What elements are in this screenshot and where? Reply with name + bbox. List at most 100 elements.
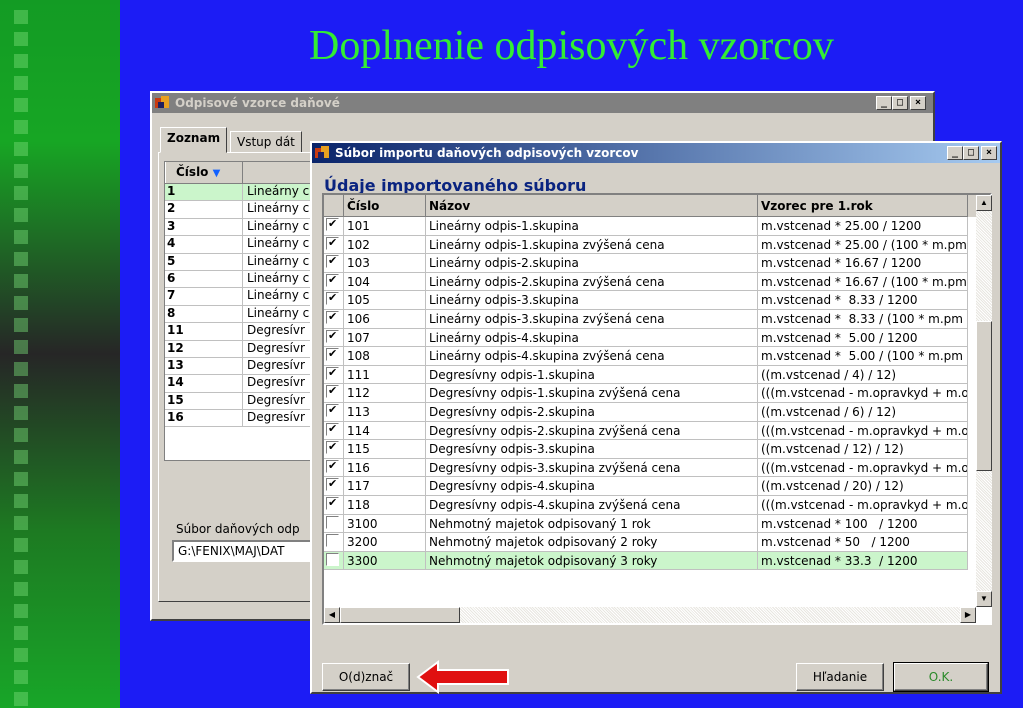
row-checkbox[interactable] <box>326 440 339 455</box>
row-check-cell <box>324 421 344 441</box>
table-row[interactable]: 103Lineárny odpis-2.skupinam.vstcenad * … <box>324 254 990 273</box>
minimize-button[interactable]: _ <box>947 146 963 160</box>
row-checkbox[interactable] <box>326 534 339 548</box>
row-name: Degresívny odpis-3.skupina <box>426 440 758 459</box>
row-name: Nehmotný majetok odpisovaný 1 rok <box>426 514 758 534</box>
row-name: Degresívr <box>247 340 305 355</box>
scroll-thumb[interactable] <box>976 321 992 471</box>
close-button[interactable]: × <box>910 96 926 110</box>
back-window-titlebar[interactable]: Odpisové vzorce daňové _ □ × <box>152 93 933 113</box>
import-grid: Číslo Názov Vzorec pre 1.rok 101Lineárny… <box>322 193 992 625</box>
horizontal-scrollbar[interactable]: ◀ ▶ <box>324 607 976 623</box>
back-window-title: Odpisové vzorce daňové <box>175 96 340 110</box>
scroll-up-button[interactable]: ▲ <box>976 195 992 211</box>
vertical-scrollbar[interactable]: ▲ ▼ <box>976 195 992 607</box>
row-formula: m.vstcenad * 33.3 / 1200 <box>758 551 968 571</box>
row-checkbox[interactable] <box>326 217 339 231</box>
decorative-square <box>14 538 28 552</box>
table-row[interactable]: 3200 Nehmotný majetok odpisovaný 2 roky m.… <box>324 533 990 552</box>
row-checkbox[interactable] <box>326 273 339 287</box>
row-formula: m.vstcenad * 25.00 / 1200 <box>758 217 968 236</box>
decorative-square <box>14 274 28 288</box>
table-row[interactable]: 3300 Nehmotný majetok odpisovaný 3 roky m.… <box>324 551 990 571</box>
decorative-square <box>14 472 28 486</box>
search-button[interactable]: Hľadanie <box>796 663 884 691</box>
column-header-cislo[interactable]: Číslo ▼ <box>165 162 243 183</box>
row-number: 5 <box>165 253 243 270</box>
column-header-nazov[interactable]: Názov <box>426 195 758 217</box>
row-checkbox[interactable] <box>326 496 339 510</box>
row-checkbox[interactable] <box>326 422 339 436</box>
tab-zoznam[interactable]: Zoznam <box>160 127 228 153</box>
table-row[interactable]: 117Degresívny odpis-4.skupina((m.vstcena… <box>324 477 990 496</box>
row-number: 3100 <box>344 514 426 534</box>
hscroll-thumb[interactable] <box>340 607 460 623</box>
column-header-vzorec[interactable]: Vzorec pre 1.rok <box>758 195 968 217</box>
maximize-button[interactable]: □ <box>892 96 908 110</box>
row-name: Nehmotný majetok odpisovaný 3 roky <box>426 551 758 571</box>
table-row[interactable]: 105Lineárny odpis-3.skupinam.vstcenad * … <box>324 291 990 310</box>
decorative-square <box>14 516 28 530</box>
decorative-square <box>14 692 28 706</box>
table-row[interactable]: 116Degresívny odpis-3.skupina zvýšená ce… <box>324 458 990 478</box>
scroll-down-button[interactable]: ▼ <box>976 591 992 607</box>
row-checkbox[interactable] <box>326 310 339 324</box>
mark-button[interactable]: O(d)znač <box>322 663 410 691</box>
table-row[interactable]: 104Lineárny odpis-2.skupina zvýšená cena… <box>324 272 990 292</box>
row-checkbox[interactable] <box>326 291 339 306</box>
table-row[interactable]: 111Degresívny odpis-1.skupina((m.vstcena… <box>324 365 990 385</box>
maximize-button[interactable]: □ <box>963 146 979 160</box>
row-checkbox[interactable] <box>326 384 339 399</box>
row-checkbox[interactable] <box>326 254 339 269</box>
import-dialog-titlebar[interactable]: Súbor importu daňových odpisových vzorco… <box>312 143 1000 163</box>
table-row[interactable]: 118Degresívny odpis-4.skupina zvýšená ce… <box>324 495 990 515</box>
table-row[interactable]: 3100 Nehmotný majetok odpisovaný 1 rok m.v… <box>324 514 990 534</box>
row-checkbox[interactable] <box>326 403 339 417</box>
table-row[interactable]: 115Degresívny odpis-3.skupina((m.vstcena… <box>324 440 990 459</box>
table-row[interactable]: 101Lineárny odpis-1.skupinam.vstcenad * … <box>324 217 990 236</box>
column-header-cislo[interactable]: Číslo <box>344 195 426 217</box>
row-name: Lineárny c <box>247 253 310 268</box>
row-number: 105 <box>344 291 426 310</box>
row-check-cell <box>324 551 344 571</box>
table-row[interactable]: 108Lineárny odpis-4.skupina zvýšená cena… <box>324 347 990 366</box>
row-checkbox[interactable] <box>326 459 339 473</box>
row-formula: m.vstcenad * 8.33 / 1200 <box>758 291 968 310</box>
tab-vstup-dat[interactable]: Vstup dát <box>230 131 302 153</box>
import-grid-rows: 101Lineárny odpis-1.skupinam.vstcenad * … <box>324 217 990 571</box>
table-row[interactable]: 106Lineárny odpis-3.skupina zvýšená cena… <box>324 309 990 329</box>
close-button[interactable]: × <box>981 146 997 160</box>
row-checkbox[interactable] <box>326 329 339 343</box>
row-checkbox[interactable] <box>326 477 339 492</box>
green-sidebar-decoration <box>0 0 120 708</box>
table-row[interactable]: 114Degresívny odpis-2.skupina zvýšená ce… <box>324 421 990 441</box>
row-number: 113 <box>344 402 426 422</box>
row-checkbox[interactable] <box>326 515 339 529</box>
table-row[interactable]: 113Degresívny odpis-2.skupina((m.vstcena… <box>324 402 990 422</box>
row-formula: ((m.vstcenad / 20) / 12) <box>758 477 968 496</box>
decorative-square <box>14 648 28 662</box>
table-row[interactable]: 102Lineárny odpis-1.skupina zvýšená cena… <box>324 235 990 255</box>
row-formula: m.vstcenad * 8.33 / (100 * m.pm <box>758 309 968 329</box>
row-checkbox[interactable] <box>326 552 339 566</box>
ok-button[interactable]: O.K. <box>893 662 989 692</box>
row-name: Lineárny c <box>247 236 310 251</box>
row-checkbox[interactable] <box>326 236 339 250</box>
decorative-square <box>14 142 28 156</box>
decorative-square <box>14 54 28 68</box>
table-row[interactable]: 112Degresívny odpis-1.skupina zvýšená ce… <box>324 384 990 403</box>
row-number: 3200 <box>344 533 426 552</box>
decorative-square <box>14 120 28 134</box>
decorative-square <box>14 626 28 640</box>
scroll-left-button[interactable]: ◀ <box>324 607 340 623</box>
row-name: Lineárny c <box>247 270 310 285</box>
row-name: Lineárny odpis-4.skupina <box>426 328 758 348</box>
row-checkbox[interactable] <box>326 347 339 362</box>
row-checkbox[interactable] <box>326 366 339 380</box>
row-formula: m.vstcenad * 5.00 / (100 * m.pm <box>758 347 968 366</box>
table-row[interactable]: 107Lineárny odpis-4.skupinam.vstcenad * … <box>324 328 990 348</box>
scroll-right-button[interactable]: ▶ <box>960 607 976 623</box>
row-number: 115 <box>344 440 426 459</box>
minimize-button[interactable]: _ <box>876 96 892 110</box>
row-number: 108 <box>344 347 426 366</box>
